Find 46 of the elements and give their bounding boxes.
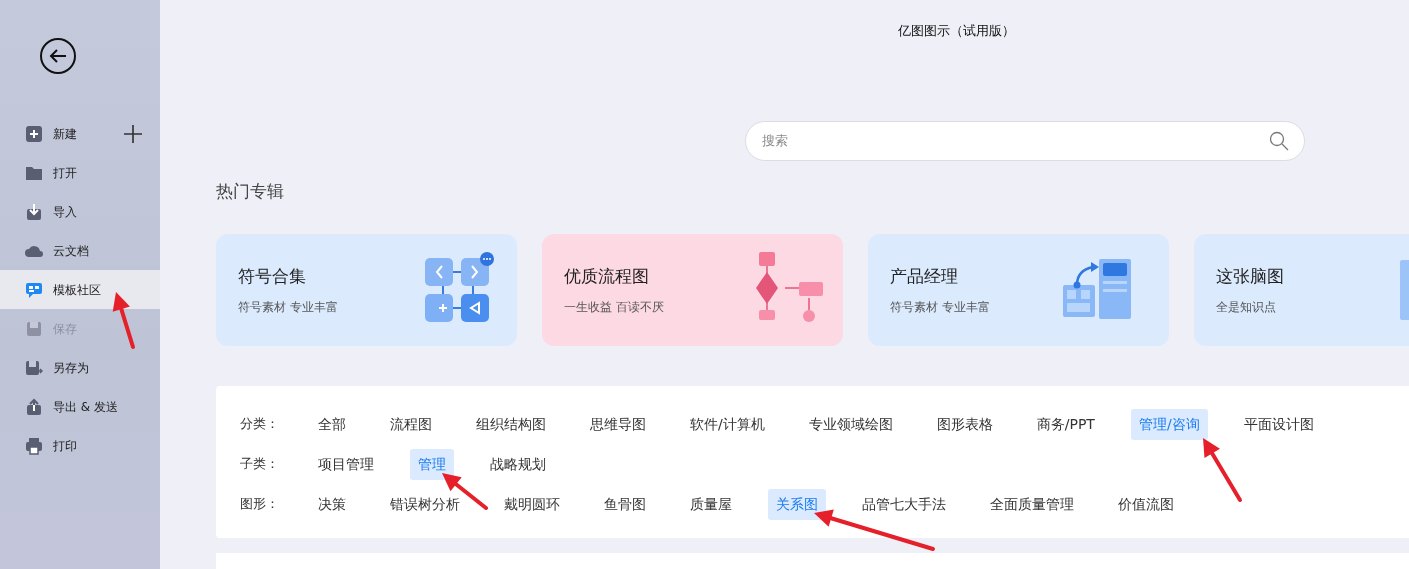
sidebar-item[interactable]: 打印 bbox=[0, 426, 160, 465]
filter-option[interactable]: 决策 bbox=[310, 488, 354, 520]
section-heading: 热门专辑 bbox=[216, 179, 285, 203]
album-card[interactable]: 产品经理 符号素材 专业丰富 bbox=[868, 234, 1169, 346]
sidebar-item[interactable]: 导入 bbox=[0, 192, 160, 231]
filter-option[interactable]: 流程图 bbox=[382, 408, 440, 440]
filter-option[interactable]: 戴明圆环 bbox=[496, 488, 568, 520]
filter-option[interactable]: 商务/PPT bbox=[1028, 408, 1103, 440]
window-title: 亿图图示（试用版） bbox=[898, 22, 1015, 40]
sidebar-item[interactable]: 打开 bbox=[0, 153, 160, 192]
filter-option[interactable]: 思维导图 bbox=[582, 408, 654, 440]
card-title: 优质流程图 bbox=[564, 265, 650, 289]
filter-option[interactable]: 平面设计图 bbox=[1235, 408, 1322, 440]
filter-label: 子类： bbox=[240, 455, 280, 474]
card-subtitle: 一生收益 百读不厌 bbox=[564, 298, 664, 316]
filter-option[interactable]: 全面质量管理 bbox=[982, 488, 1082, 520]
album-card[interactable]: 这张脑图 全是知识点 bbox=[1194, 234, 1409, 346]
sidebar-item[interactable]: 云文档 bbox=[0, 231, 160, 270]
sidebar-item[interactable]: 新建 bbox=[0, 114, 160, 153]
card-subtitle: 符号素材 专业丰富 bbox=[890, 298, 990, 316]
search-field[interactable]: 搜索 bbox=[745, 120, 1305, 161]
sidebar-item[interactable]: 模板社区 bbox=[0, 270, 160, 309]
filter-option[interactable]: 项目管理 bbox=[310, 448, 382, 480]
filter-label: 分类： bbox=[240, 415, 280, 434]
filter-option[interactable]: 专业领域绘图 bbox=[800, 408, 901, 440]
filter-option[interactable]: 全部 bbox=[310, 408, 354, 440]
filter-option[interactable]: 质量屋 bbox=[682, 488, 740, 520]
filter-label: 图形： bbox=[240, 495, 280, 514]
card-subtitle: 符号素材 专业丰富 bbox=[238, 298, 338, 316]
sidebar-item[interactable]: 另存为 bbox=[0, 348, 160, 387]
card-title: 产品经理 bbox=[890, 265, 959, 289]
album-card[interactable]: 优质流程图 一生收益 百读不厌 bbox=[542, 234, 843, 346]
sidebar-item[interactable]: 导出 & 发送 bbox=[0, 387, 160, 426]
filter-option[interactable]: 战略规划 bbox=[482, 448, 554, 480]
filter-option[interactable]: 图形表格 bbox=[928, 408, 1001, 440]
filter-option[interactable]: 组织结构图 bbox=[468, 408, 554, 440]
filter-option[interactable]: 软件/计算机 bbox=[682, 408, 773, 440]
filter-option[interactable]: 品管七大手法 bbox=[854, 488, 954, 520]
card-title: 符号合集 bbox=[238, 265, 307, 289]
filter-option[interactable]: 鱼骨图 bbox=[596, 488, 654, 520]
card-subtitle: 全是知识点 bbox=[1216, 298, 1277, 316]
filter-option[interactable]: 价值流图 bbox=[1110, 488, 1182, 520]
filter-option[interactable]: 管理 bbox=[410, 448, 454, 480]
filter-option[interactable]: 错误树分析 bbox=[382, 488, 468, 520]
card-title: 这张脑图 bbox=[1216, 265, 1284, 289]
album-card[interactable]: 符号合集 符号素材 专业丰富 bbox=[216, 234, 517, 346]
